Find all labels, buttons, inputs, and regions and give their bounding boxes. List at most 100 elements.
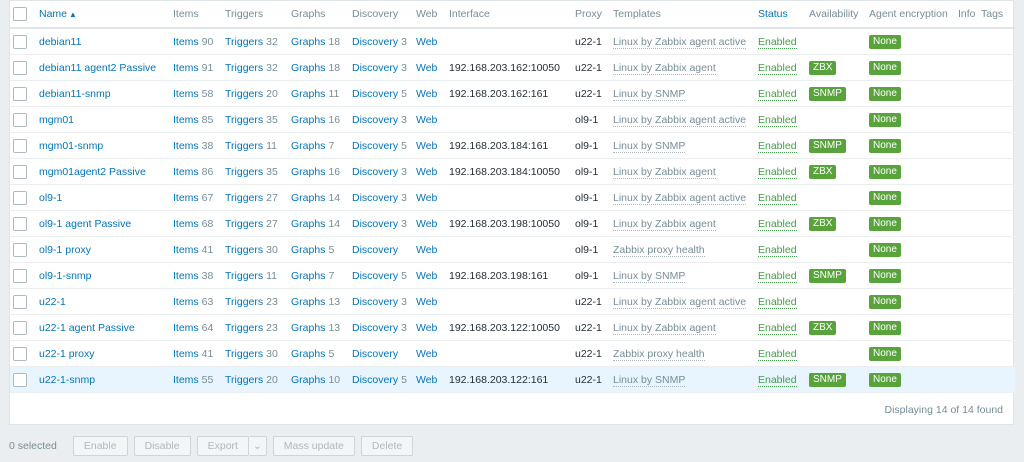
items-link[interactable]: Items	[173, 62, 199, 74]
items-link[interactable]: Items	[173, 374, 199, 386]
status-toggle[interactable]: Enabled	[758, 113, 797, 127]
col-status[interactable]: Status	[755, 1, 806, 29]
triggers-link[interactable]: Triggers	[225, 348, 263, 360]
graphs-link[interactable]: Graphs	[291, 114, 325, 126]
discovery-link[interactable]: Discovery	[352, 166, 398, 178]
template-link[interactable]: Linux by Zabbix agent	[613, 61, 716, 75]
graphs-link[interactable]: Graphs	[291, 296, 325, 308]
items-link[interactable]: Items	[173, 114, 199, 126]
row-checkbox[interactable]	[13, 86, 27, 101]
disable-button[interactable]: Disable	[133, 436, 191, 456]
status-toggle[interactable]: Enabled	[758, 243, 797, 257]
discovery-link[interactable]: Discovery	[352, 296, 398, 308]
graphs-link[interactable]: Graphs	[291, 374, 325, 386]
row-checkbox[interactable]	[13, 294, 27, 309]
status-toggle[interactable]: Enabled	[758, 295, 797, 309]
template-link[interactable]: Linux by Zabbix agent active	[613, 113, 747, 127]
items-link[interactable]: Items	[173, 348, 199, 360]
host-name-link[interactable]: debian11	[39, 36, 81, 48]
web-link[interactable]: Web	[416, 192, 437, 204]
status-toggle[interactable]: Enabled	[758, 139, 797, 153]
row-checkbox[interactable]	[13, 190, 27, 205]
row-checkbox[interactable]	[13, 138, 27, 153]
template-link[interactable]: Linux by Zabbix agent	[613, 165, 716, 179]
row-checkbox[interactable]	[13, 60, 27, 75]
items-link[interactable]: Items	[173, 296, 199, 308]
web-link[interactable]: Web	[416, 62, 437, 74]
status-toggle[interactable]: Enabled	[758, 373, 797, 387]
items-link[interactable]: Items	[173, 36, 199, 48]
items-link[interactable]: Items	[173, 218, 199, 230]
host-name-link[interactable]: mgm01agent2 Passive	[39, 166, 146, 178]
enable-button[interactable]: Enable	[72, 436, 128, 456]
graphs-link[interactable]: Graphs	[291, 140, 325, 152]
row-checkbox[interactable]	[13, 112, 27, 127]
template-link[interactable]: Linux by Zabbix agent	[613, 321, 716, 335]
status-toggle[interactable]: Enabled	[758, 191, 797, 205]
items-link[interactable]: Items	[173, 166, 199, 178]
mass-update-button[interactable]: Mass update	[272, 436, 355, 456]
items-link[interactable]: Items	[173, 270, 199, 282]
status-toggle[interactable]: Enabled	[758, 35, 797, 49]
status-toggle[interactable]: Enabled	[758, 347, 797, 361]
template-link[interactable]: Zabbix proxy health	[613, 243, 705, 257]
triggers-link[interactable]: Triggers	[225, 296, 263, 308]
triggers-link[interactable]: Triggers	[225, 322, 263, 334]
template-link[interactable]: Linux by Zabbix agent active	[613, 191, 747, 205]
web-link[interactable]: Web	[416, 140, 437, 152]
row-checkbox[interactable]	[13, 346, 27, 361]
template-link[interactable]: Linux by Zabbix agent	[613, 217, 716, 231]
graphs-link[interactable]: Graphs	[291, 62, 325, 74]
discovery-link[interactable]: Discovery	[352, 374, 398, 386]
template-link[interactable]: Zabbix proxy health	[613, 347, 705, 361]
web-link[interactable]: Web	[416, 270, 437, 282]
row-checkbox[interactable]	[13, 164, 27, 179]
web-link[interactable]: Web	[416, 322, 437, 334]
web-link[interactable]: Web	[416, 218, 437, 230]
web-link[interactable]: Web	[416, 114, 437, 126]
triggers-link[interactable]: Triggers	[225, 36, 263, 48]
web-link[interactable]: Web	[416, 244, 437, 256]
row-checkbox[interactable]	[13, 268, 27, 283]
template-link[interactable]: Linux by Zabbix agent active	[613, 35, 747, 49]
graphs-link[interactable]: Graphs	[291, 244, 325, 256]
discovery-link[interactable]: Discovery	[352, 244, 398, 256]
row-checkbox[interactable]	[13, 34, 27, 49]
items-link[interactable]: Items	[173, 322, 199, 334]
host-name-link[interactable]: ol9-1 agent Passive	[39, 218, 131, 230]
web-link[interactable]: Web	[416, 36, 437, 48]
row-checkbox[interactable]	[13, 216, 27, 231]
graphs-link[interactable]: Graphs	[291, 192, 325, 204]
host-name-link[interactable]: u22-1-snmp	[39, 374, 95, 386]
status-toggle[interactable]: Enabled	[758, 87, 797, 101]
discovery-link[interactable]: Discovery	[352, 62, 398, 74]
col-name[interactable]: Name ▲	[36, 1, 170, 29]
discovery-link[interactable]: Discovery	[352, 192, 398, 204]
graphs-link[interactable]: Graphs	[291, 348, 325, 360]
select-all-checkbox[interactable]	[13, 7, 27, 21]
row-checkbox[interactable]	[13, 372, 27, 387]
export-button[interactable]: Export	[196, 436, 249, 456]
web-link[interactable]: Web	[416, 166, 437, 178]
discovery-link[interactable]: Discovery	[352, 270, 398, 282]
host-name-link[interactable]: u22-1	[39, 296, 66, 308]
select-all-header[interactable]	[10, 1, 36, 29]
items-link[interactable]: Items	[173, 244, 199, 256]
host-name-link[interactable]: u22-1 agent Passive	[39, 322, 135, 334]
status-toggle[interactable]: Enabled	[758, 165, 797, 179]
delete-button[interactable]: Delete	[360, 436, 414, 456]
host-name-link[interactable]: ol9-1 proxy	[39, 244, 91, 256]
template-link[interactable]: Linux by SNMP	[613, 87, 686, 101]
export-dropdown-button[interactable]: ⌄	[248, 436, 267, 456]
items-link[interactable]: Items	[173, 192, 199, 204]
triggers-link[interactable]: Triggers	[225, 166, 263, 178]
triggers-link[interactable]: Triggers	[225, 270, 263, 282]
triggers-link[interactable]: Triggers	[225, 88, 263, 100]
host-name-link[interactable]: ol9-1-snmp	[39, 270, 92, 282]
row-checkbox[interactable]	[13, 242, 27, 257]
items-link[interactable]: Items	[173, 140, 199, 152]
discovery-link[interactable]: Discovery	[352, 140, 398, 152]
web-link[interactable]: Web	[416, 88, 437, 100]
row-checkbox[interactable]	[13, 320, 27, 335]
status-toggle[interactable]: Enabled	[758, 217, 797, 231]
